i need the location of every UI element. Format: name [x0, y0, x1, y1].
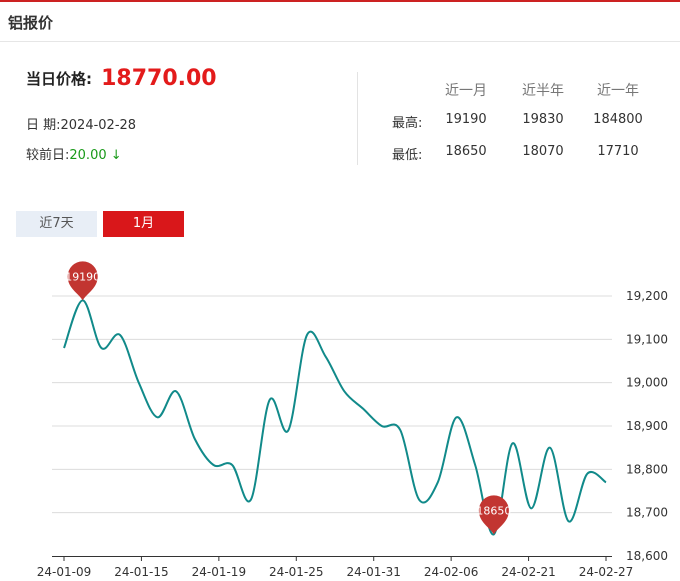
tab-1-month[interactable]: 1月: [103, 211, 184, 237]
y-tick-label: 18,600: [626, 549, 668, 563]
data-point: [361, 407, 365, 411]
stats-high-month: 19190: [445, 112, 487, 127]
data-point: [417, 498, 421, 502]
data-point: [305, 333, 309, 337]
data-point: [380, 424, 384, 428]
data-point: [342, 389, 346, 393]
current-price-value: 18770.00: [101, 66, 217, 91]
stats-low-half-year: 18070: [522, 144, 564, 159]
data-point: [604, 480, 608, 484]
series-layer: [62, 299, 608, 536]
y-tick-label: 19,000: [626, 376, 668, 390]
current-price-label: 当日价格:: [26, 70, 92, 88]
tab-7-days[interactable]: 近7天: [16, 211, 97, 237]
data-point: [99, 346, 103, 350]
page-title: 铝报价: [8, 14, 54, 32]
stats-low-month: 18650: [445, 144, 487, 159]
stats-header-year: 近一年: [597, 83, 639, 99]
x-tick-label: 24-01-31: [346, 565, 400, 579]
x-tick-label: 24-02-21: [501, 565, 555, 579]
stats-header-half-year: 近半年: [522, 83, 564, 99]
data-point: [436, 480, 440, 484]
change-value: 20.00 ↓: [69, 148, 122, 163]
date-row: 日 期:2024-02-28: [26, 114, 136, 133]
markers-layer: 19190 18650: [65, 261, 511, 535]
data-point: [193, 437, 197, 441]
data-point: [585, 472, 589, 476]
change-label: 较前日:: [26, 148, 70, 163]
data-point: [511, 441, 515, 445]
data-point: [212, 463, 216, 467]
max-marker-label: 19190: [65, 270, 100, 283]
data-point: [118, 333, 122, 337]
change-row: 较前日:20.00 ↓: [26, 144, 122, 163]
current-price-row: 当日价格: 18770.00: [26, 66, 217, 94]
data-point: [230, 463, 234, 467]
y-tick-label: 18,900: [626, 419, 668, 433]
x-tick-label: 24-01-09: [37, 565, 91, 579]
y-tick-label: 19,100: [626, 332, 668, 346]
x-tick-label: 24-01-19: [192, 565, 246, 579]
data-point: [324, 355, 328, 359]
data-point: [454, 415, 458, 419]
data-point: [529, 506, 533, 510]
data-point: [548, 446, 552, 450]
data-point: [567, 519, 571, 523]
max-marker: 19190: [65, 261, 100, 301]
data-point: [268, 398, 272, 402]
panel-header: 铝报价: [0, 2, 680, 42]
min-marker: 18650: [476, 495, 511, 535]
data-point: [249, 498, 253, 502]
date-label: 日 期:: [26, 118, 61, 133]
data-point: [137, 381, 141, 385]
x-tick-label: 24-01-25: [269, 565, 323, 579]
series-line: [63, 299, 607, 536]
price-line-chart: 18,600 18,700 18,800 18,900 19,000 19,100 19,2…: [37, 261, 668, 579]
grid-lines: [52, 295, 612, 514]
data-point: [398, 428, 402, 432]
data-point: [286, 428, 290, 432]
stats-row-low-label: 最低:: [392, 148, 423, 163]
data-point: [174, 389, 178, 393]
data-point: [62, 346, 66, 350]
x-tick-label: 24-02-06: [424, 565, 478, 579]
y-tick-label: 19,200: [626, 289, 668, 303]
stats-high-half-year: 19830: [522, 112, 564, 127]
stats-header-month: 近一月: [445, 83, 487, 99]
stats-low-year: 17710: [597, 144, 639, 159]
stats-row-high-label: 最高:: [392, 116, 423, 131]
x-tick-label: 24-01-15: [114, 565, 168, 579]
x-tick-label: 24-02-27: [579, 565, 633, 579]
stats-high-year: 184800: [593, 112, 643, 127]
data-point: [473, 463, 477, 467]
y-tick-label: 18,800: [626, 462, 668, 476]
y-tick-label: 18,700: [626, 506, 668, 520]
data-point: [155, 415, 159, 419]
min-marker-label: 18650: [476, 504, 511, 517]
divider: [357, 72, 358, 165]
axes: 18,600 18,700 18,800 18,900 19,000 19,100 19,2…: [37, 289, 668, 579]
date-value: 2024-02-28: [60, 118, 137, 133]
